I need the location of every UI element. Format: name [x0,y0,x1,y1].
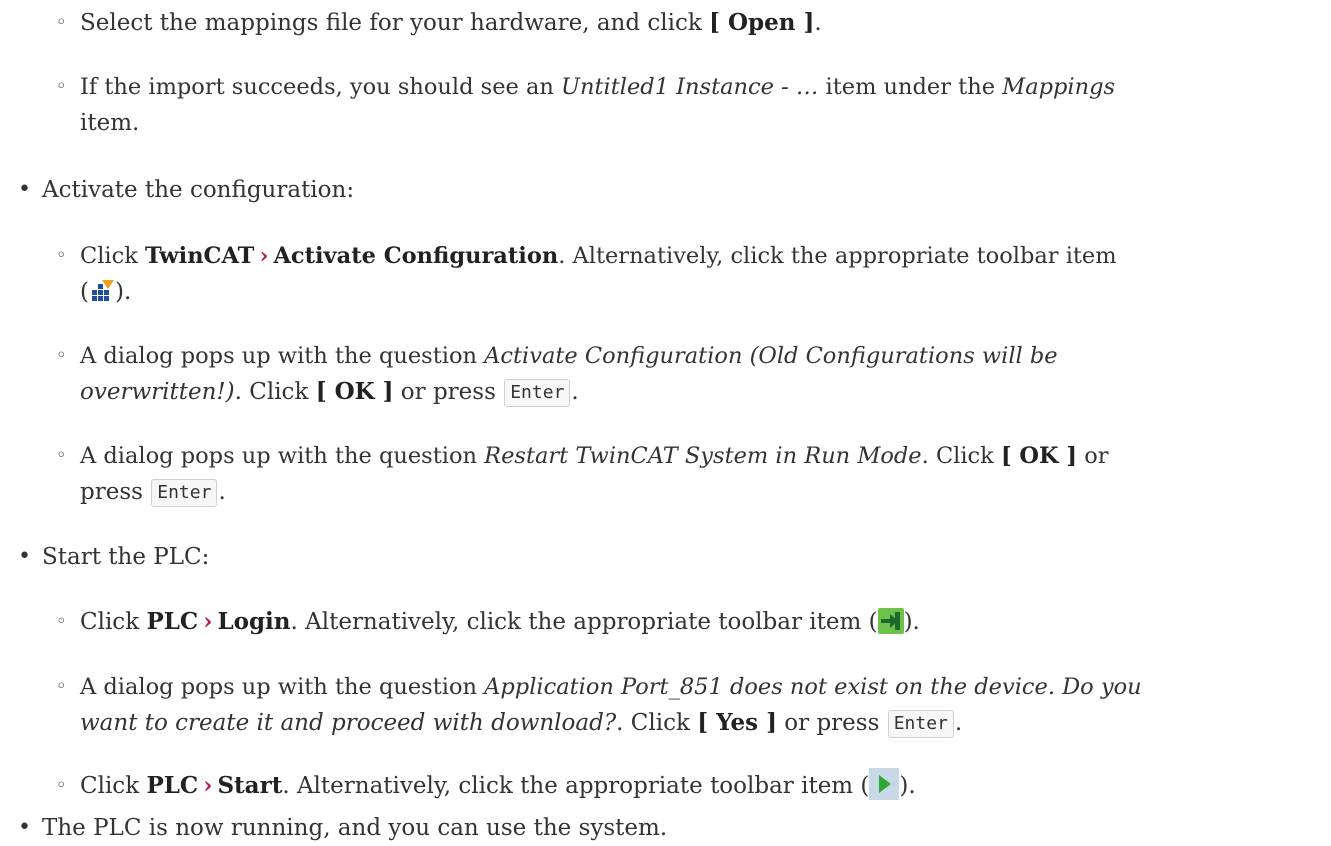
enter-key: Enter [504,379,571,407]
circle-bullet: ◦ [56,775,67,796]
step-plc-start: Click PLC › Start. Alternatively, click th… [80,768,916,804]
step-activate-configuration-cont: ( ). [80,278,132,305]
step-plc-login: Click PLC › Login. Alternatively, click th… [80,608,920,635]
section-activate-configuration: Activate the configuration: [42,177,355,203]
circle-bullet: ◦ [56,676,67,697]
enter-key: Enter [887,710,954,738]
ok-button-ref: [ OK ] [315,378,394,405]
step-dialog-restart: A dialog pops up with the question Resta… [80,443,1109,469]
activate-configuration-icon [89,278,115,304]
plc-running-note: The PLC is now running, and you can use … [42,815,668,841]
circle-bullet: ◦ [56,611,67,632]
step-dialog-activate-cont: overwritten!). Click [ OK ] or press Ent… [80,378,579,407]
step-import-result: If the import succeeds, you should see a… [80,74,1116,100]
document: ◦ Select the mappings file for your hard… [0,0,1331,845]
section-start-plc: Start the PLC: [42,544,210,570]
step-dialog-application-port: A dialog pops up with the question Appli… [80,674,1142,700]
disc-bullet: • [18,177,31,202]
open-button-ref: [ Open ] [709,9,815,36]
disc-bullet: • [18,544,31,569]
plc-start-icon [869,768,900,800]
circle-bullet: ◦ [56,445,67,466]
step-import-result-cont: item. [80,110,140,136]
circle-bullet: ◦ [56,245,67,266]
yes-button-ref: [ Yes ] [697,709,777,736]
ok-button-ref: [ OK ] [1000,443,1078,469]
plc-login-icon [877,608,904,634]
circle-bullet: ◦ [56,345,67,366]
step-dialog-activate: A dialog pops up with the question Activ… [80,343,1058,369]
circle-bullet: ◦ [56,76,67,97]
step-select-mappings: Select the mappings file for your hardwa… [80,9,822,36]
disc-bullet: • [18,815,31,840]
menu-arrow: › [203,608,213,635]
circle-bullet: ◦ [56,12,67,33]
step-dialog-restart-cont: press Enter. [80,479,226,507]
step-activate-configuration: Click TwinCAT › Activate Configuration. Al… [80,243,1117,269]
menu-arrow: › [203,772,213,799]
step-dialog-application-port-cont: want to create it and proceed with downl… [80,709,963,738]
enter-key: Enter [151,479,218,507]
menu-arrow: › [259,243,269,269]
